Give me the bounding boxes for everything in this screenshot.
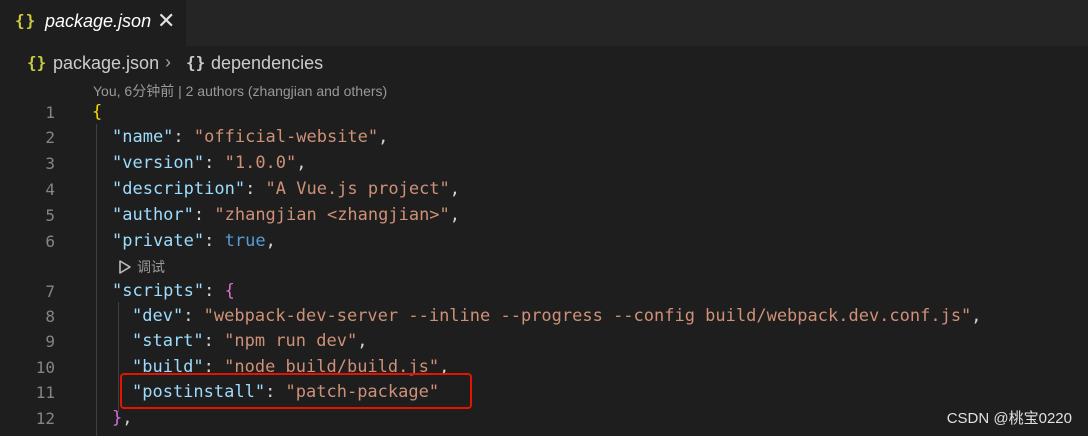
comma: , (265, 231, 276, 251)
code-line[interactable]: 6 "private": true, (0, 229, 1088, 254)
json-boolean: true (224, 231, 266, 251)
play-outline-icon (119, 260, 131, 274)
colon: : (245, 179, 266, 199)
line-number: 11 (35, 383, 55, 402)
colon: : (193, 205, 215, 225)
colon: : (203, 331, 225, 351)
json-string: "webpack-dev-server --inline --progress … (203, 306, 972, 326)
json-key: "scripts" (112, 281, 205, 301)
tab-label: package.json (45, 11, 152, 31)
json-string: "official-website" (193, 127, 379, 147)
tab-package-json[interactable]: {} package.json ✕ (0, 0, 186, 46)
line-number: 9 (45, 332, 55, 351)
colon: : (204, 281, 225, 301)
comma: , (378, 127, 389, 147)
json-key: "author" (112, 205, 194, 225)
line-number: 12 (35, 409, 55, 428)
json-key: "start" (132, 331, 204, 351)
code-line[interactable]: 1 { (0, 100, 1088, 125)
colon: : (204, 231, 225, 251)
colon: : (173, 127, 194, 147)
line-number: 6 (45, 232, 55, 251)
brace: } (112, 408, 123, 428)
line-number: 1 (45, 103, 55, 122)
comma: , (449, 205, 461, 225)
json-key: "version" (112, 153, 205, 173)
watermark: CSDN @桃宝0220 (946, 410, 1072, 427)
comma: , (296, 153, 307, 173)
line-number: 3 (45, 154, 55, 173)
brace: { (224, 281, 235, 301)
json-string: "1.0.0" (224, 153, 297, 173)
object-icon: {} (186, 53, 206, 72)
json-string: "zhangjian <zhangjian>" (214, 205, 450, 225)
comma: , (122, 408, 133, 428)
colon: : (183, 306, 204, 326)
line-number: 2 (45, 128, 55, 147)
brace: { (92, 102, 103, 122)
line-number: 10 (35, 358, 55, 377)
line-number: 5 (45, 206, 55, 225)
code-line[interactable]: 5 "author": "zhangjian <zhangjian>", (0, 203, 1088, 228)
code-line[interactable]: 7 "scripts": { (0, 279, 1088, 304)
breadcrumb-item-dependencies[interactable]: dependencies (211, 53, 323, 74)
comma: , (449, 179, 461, 199)
json-file-icon: {} (27, 53, 47, 72)
json-string: "A Vue.js project" (265, 179, 450, 199)
close-icon[interactable]: ✕ (157, 8, 175, 34)
line-number: 7 (45, 282, 55, 301)
json-file-icon: {} (15, 11, 37, 30)
code-line[interactable]: 4 "description": "A Vue.js project", (0, 177, 1088, 202)
line-number: 8 (45, 307, 55, 326)
git-blame-codelens[interactable]: You, 6分钟前 | 2 authors (zhangjian and oth… (93, 81, 387, 101)
debug-codelens-label: 调试 (137, 259, 165, 275)
breadcrumb-item-file[interactable]: package.json (53, 53, 159, 74)
json-string: "npm run dev" (224, 331, 358, 351)
json-key: "description" (112, 179, 246, 199)
json-key: "dev" (132, 306, 184, 326)
json-key: "private" (112, 231, 205, 251)
code-line[interactable]: 8 "dev": "webpack-dev-server --inline --… (0, 304, 1088, 329)
code-line[interactable]: 12 }, (0, 406, 1088, 431)
comma: , (971, 306, 982, 326)
highlight-box (120, 373, 472, 409)
colon: : (204, 153, 225, 173)
tab-bar: {} package.json ✕ (0, 0, 1088, 46)
debug-codelens[interactable]: 调试 (117, 257, 165, 277)
json-key: "name" (112, 127, 174, 147)
chevron-right-icon: › (165, 52, 171, 72)
code-line[interactable]: 3 "version": "1.0.0", (0, 151, 1088, 176)
line-number: 4 (45, 180, 55, 199)
comma: , (357, 331, 368, 351)
code-line[interactable]: 9 "start": "npm run dev", (0, 329, 1088, 354)
breadcrumb: {} package.json › {} dependencies (0, 50, 1088, 78)
code-line[interactable]: 2 "name": "official-website", (0, 125, 1088, 150)
